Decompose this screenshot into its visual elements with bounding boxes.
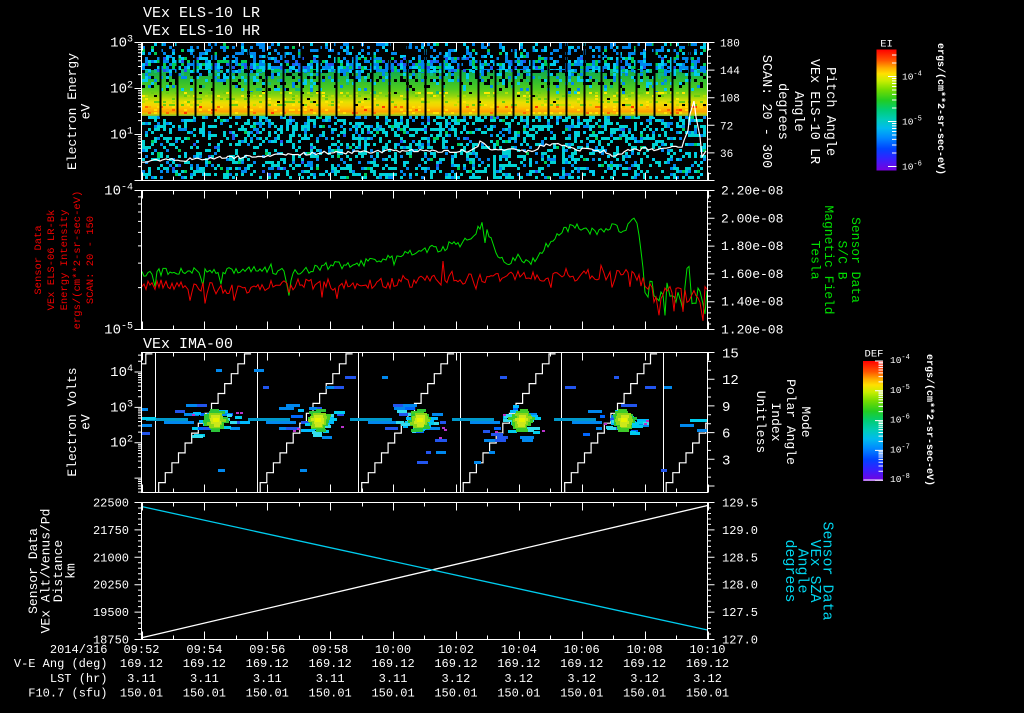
svg-text:21750: 21750: [93, 524, 129, 538]
svg-text:19500: 19500: [93, 606, 129, 620]
svg-text:10:06: 10:06: [564, 643, 600, 657]
svg-text:1.60e-08: 1.60e-08: [721, 267, 783, 282]
svg-text:127.0: 127.0: [722, 634, 758, 648]
svg-text:2.00e-08: 2.00e-08: [721, 211, 783, 226]
svg-text:150.01: 150.01: [309, 687, 352, 701]
svg-text:Angle: Angle: [790, 91, 805, 132]
svg-text:3.12: 3.12: [442, 672, 471, 686]
svg-text:1.40e-08: 1.40e-08: [721, 295, 783, 310]
svg-text:150.01: 150.01: [434, 687, 477, 701]
svg-text:Pitch Angle: Pitch Angle: [822, 67, 837, 156]
svg-text:09:54: 09:54: [186, 643, 222, 657]
svg-text:3.12: 3.12: [630, 672, 659, 686]
svg-text:150.01: 150.01: [686, 687, 729, 701]
svg-text:LST (hr): LST (hr): [50, 672, 108, 686]
svg-text:180: 180: [720, 39, 740, 51]
svg-text:3.12: 3.12: [567, 672, 596, 686]
svg-text:VEx ELS-10 LR: VEx ELS-10 LR: [143, 5, 260, 22]
svg-text:VEx IMA-00: VEx IMA-00: [143, 336, 233, 353]
svg-text:150.01: 150.01: [120, 687, 163, 701]
svg-text:108: 108: [720, 94, 740, 106]
svg-text:1.80e-08: 1.80e-08: [721, 239, 783, 254]
svg-text:DEF: DEF: [865, 349, 884, 361]
svg-text:128.0: 128.0: [722, 579, 758, 593]
svg-text:ergs/(cm**2-sr-sec-eV): ergs/(cm**2-sr-sec-eV): [72, 191, 84, 330]
svg-text:10:08: 10:08: [627, 643, 663, 657]
svg-text:10:00: 10:00: [375, 643, 411, 657]
svg-text:VEx ELS-10 HR: VEx ELS-10 HR: [143, 23, 260, 40]
svg-text:3.11: 3.11: [316, 672, 345, 686]
svg-text:9: 9: [722, 400, 730, 416]
svg-text:eV: eV: [79, 414, 94, 430]
svg-text:VEx ELS-10 LR: VEx ELS-10 LR: [806, 59, 821, 164]
svg-text:128.5: 128.5: [722, 551, 758, 565]
svg-text:144: 144: [720, 66, 740, 78]
svg-text:km: km: [64, 563, 79, 579]
svg-text:2.20e-08: 2.20e-08: [721, 184, 783, 199]
svg-text:SCAN: 20 - 150: SCAN: 20 - 150: [85, 216, 97, 304]
svg-text:3.11: 3.11: [379, 672, 408, 686]
svg-text:169.12: 169.12: [560, 657, 603, 671]
svg-text:ergs/(cm**2-sr-sec-eV): ergs/(cm**2-sr-sec-eV): [923, 354, 935, 486]
svg-text:Tesla: Tesla: [808, 240, 823, 279]
svg-text:3.11: 3.11: [190, 672, 219, 686]
svg-text:36: 36: [720, 149, 733, 161]
svg-text:degrees: degrees: [781, 539, 798, 602]
svg-text:150.01: 150.01: [183, 687, 226, 701]
svg-text:10:02: 10:02: [438, 643, 474, 657]
svg-text:127.5: 127.5: [722, 606, 758, 620]
svg-text:eV: eV: [79, 104, 94, 120]
svg-text:10:04: 10:04: [501, 643, 537, 657]
svg-text:EI: EI: [880, 39, 893, 51]
svg-text:Mode: Mode: [798, 406, 813, 437]
svg-text:Energy Intensity: Energy Intensity: [59, 210, 71, 311]
svg-text:V-E Ang (deg): V-E Ang (deg): [14, 657, 108, 671]
svg-text:129.0: 129.0: [722, 524, 758, 538]
svg-text:Sensor Data: Sensor Data: [33, 225, 45, 294]
svg-text:09:56: 09:56: [249, 643, 285, 657]
svg-text:169.12: 169.12: [434, 657, 477, 671]
svg-text:169.12: 169.12: [686, 657, 729, 671]
svg-text:VEx ELS-06 LR-Bk: VEx ELS-06 LR-Bk: [46, 210, 58, 311]
svg-text:Index: Index: [768, 402, 783, 441]
svg-text:72: 72: [720, 121, 733, 133]
svg-text:169.12: 169.12: [120, 657, 163, 671]
svg-text:Polar Angle: Polar Angle: [783, 379, 798, 465]
svg-text:20250: 20250: [93, 579, 129, 593]
svg-text:15: 15: [722, 347, 739, 363]
svg-text:3.11: 3.11: [127, 672, 156, 686]
svg-text:169.12: 169.12: [183, 657, 226, 671]
svg-text:169.12: 169.12: [371, 657, 414, 671]
svg-text:150.01: 150.01: [560, 687, 603, 701]
svg-text:degrees: degrees: [774, 83, 789, 140]
svg-text:2014/316: 2014/316: [50, 643, 108, 657]
svg-text:150.01: 150.01: [246, 687, 289, 701]
svg-text:3: 3: [722, 453, 730, 469]
svg-text:129.5: 129.5: [722, 497, 758, 511]
svg-text:09:52: 09:52: [123, 643, 159, 657]
svg-text:150.01: 150.01: [497, 687, 540, 701]
svg-text:Unitless: Unitless: [753, 391, 768, 453]
svg-text:3.12: 3.12: [504, 672, 533, 686]
svg-text:3.11: 3.11: [253, 672, 282, 686]
svg-text:169.12: 169.12: [246, 657, 289, 671]
svg-text:21000: 21000: [93, 551, 129, 565]
svg-text:169.12: 169.12: [309, 657, 352, 671]
svg-text:169.12: 169.12: [497, 657, 540, 671]
svg-text:169.12: 169.12: [623, 657, 666, 671]
svg-text:SCAN: 20 - 300: SCAN: 20 - 300: [758, 55, 773, 168]
svg-text:6: 6: [722, 427, 730, 443]
svg-text:F10.7 (sfu): F10.7 (sfu): [28, 687, 107, 701]
svg-text:12: 12: [722, 373, 739, 389]
svg-text:22500: 22500: [93, 497, 129, 511]
svg-text:3.12: 3.12: [693, 672, 722, 686]
svg-text:ergs/(cm**2-sr-sec-eV): ergs/(cm**2-sr-sec-eV): [934, 43, 946, 175]
svg-text:150.01: 150.01: [371, 687, 414, 701]
svg-text:1.20e-08: 1.20e-08: [721, 323, 783, 338]
svg-text:10:10: 10:10: [689, 643, 725, 657]
svg-text:150.01: 150.01: [623, 687, 666, 701]
svg-text:09:58: 09:58: [312, 643, 348, 657]
